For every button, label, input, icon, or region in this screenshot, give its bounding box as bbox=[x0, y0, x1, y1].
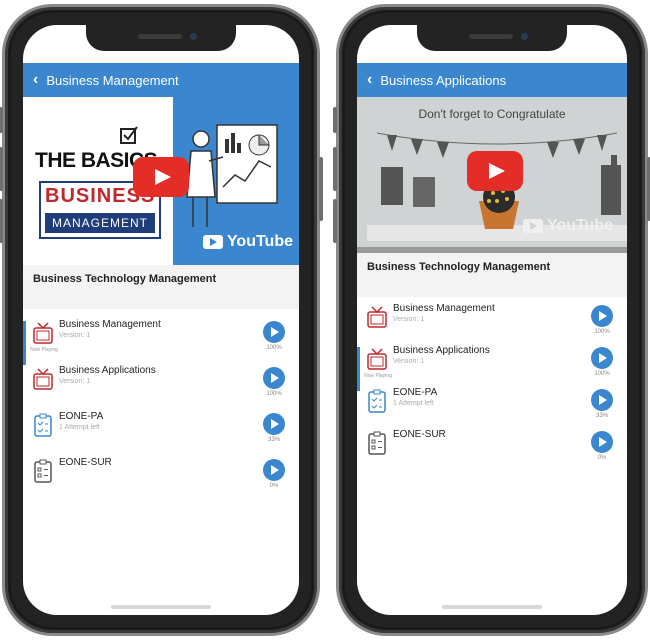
course-title: Business Technology Management bbox=[357, 253, 627, 297]
tv-icon bbox=[367, 306, 387, 328]
play-circle-icon[interactable] bbox=[263, 367, 285, 389]
item-name: EONE-PA bbox=[393, 387, 438, 398]
app-header: ‹ Business Management bbox=[23, 63, 299, 97]
video-player[interactable]: THE BASICS BUSINESS MANAGEMENT YouTube bbox=[23, 97, 299, 265]
notch bbox=[417, 25, 567, 51]
list-item[interactable]: EONE-PA 1 Attempt left 33% bbox=[23, 411, 299, 457]
item-status: Now Playing bbox=[364, 373, 392, 379]
volume-up-button bbox=[333, 147, 337, 191]
item-sub: 1 Attempt left bbox=[393, 400, 434, 407]
item-progress: 0% bbox=[269, 483, 279, 489]
list-item[interactable]: EONE-SUR 0% bbox=[23, 457, 299, 503]
video-thumbnail-right-panel: YouTube bbox=[173, 97, 299, 265]
list-item[interactable]: Now Playing Business Management Version:… bbox=[23, 319, 299, 365]
header-title: Business Applications bbox=[380, 72, 507, 88]
course-title: Business Technology Management bbox=[23, 265, 299, 309]
item-sub: Version: 1 bbox=[393, 316, 425, 323]
volume-down-button bbox=[333, 199, 337, 243]
item-name: Business Management bbox=[59, 319, 161, 330]
video-player[interactable]: Don't forget to Congratulate YouTube bbox=[357, 97, 627, 247]
item-progress: 33% bbox=[595, 413, 608, 419]
youtube-watermark: YouTube bbox=[522, 217, 613, 235]
video-text-management: MANAGEMENT bbox=[45, 213, 155, 233]
youtube-watermark: YouTube bbox=[202, 233, 293, 251]
home-indicator[interactable] bbox=[442, 605, 542, 609]
back-arrow-icon[interactable]: ‹ bbox=[367, 71, 372, 89]
tv-icon bbox=[33, 322, 53, 344]
list-item[interactable]: Now Playing Business Applications Versio… bbox=[357, 345, 627, 391]
tv-icon bbox=[33, 368, 53, 390]
video-caption: Don't forget to Congratulate bbox=[418, 107, 566, 121]
item-sub: 1 Attempt left bbox=[59, 424, 100, 431]
youtube-logo-icon bbox=[202, 235, 223, 249]
quiz-clipboard-icon bbox=[368, 389, 386, 413]
now-playing-indicator bbox=[23, 321, 26, 365]
list-item[interactable]: EONE-PA 1 Attempt left 33% bbox=[357, 387, 627, 433]
list-item[interactable]: EONE-SUR 0% bbox=[357, 429, 627, 475]
item-name: EONE-SUR bbox=[59, 457, 112, 468]
play-circle-icon[interactable] bbox=[263, 459, 285, 481]
checkbox-icon bbox=[120, 126, 138, 144]
volume-up-button bbox=[0, 147, 3, 191]
play-circle-icon[interactable] bbox=[591, 389, 613, 411]
app-header: ‹ Business Applications bbox=[357, 63, 627, 97]
survey-clipboard-icon bbox=[368, 431, 386, 455]
now-playing-indicator bbox=[357, 347, 360, 391]
play-circle-icon[interactable] bbox=[591, 431, 613, 453]
header-title: Business Management bbox=[46, 72, 179, 88]
home-indicator[interactable] bbox=[111, 605, 211, 609]
survey-clipboard-icon bbox=[34, 459, 52, 483]
item-name: Business Management bbox=[393, 303, 495, 314]
play-circle-icon[interactable] bbox=[263, 321, 285, 343]
back-arrow-icon[interactable]: ‹ bbox=[33, 71, 38, 89]
notch bbox=[86, 25, 236, 51]
item-progress: 0% bbox=[597, 455, 607, 461]
item-progress: 100% bbox=[266, 345, 282, 351]
tv-icon bbox=[367, 348, 387, 370]
item-progress: 100% bbox=[594, 329, 610, 335]
item-sub: Version: 1 bbox=[59, 378, 91, 385]
power-button bbox=[319, 157, 323, 221]
list-item[interactable]: Business Applications Version: 1 100% bbox=[23, 365, 299, 411]
item-sub: Version: 1 bbox=[59, 332, 91, 339]
play-button[interactable] bbox=[133, 157, 189, 197]
volume-down-button bbox=[0, 199, 3, 243]
item-name: EONE-SUR bbox=[393, 429, 446, 440]
screen-right: ‹ Business Applications Don't forget to … bbox=[357, 25, 627, 615]
item-progress: 100% bbox=[266, 391, 282, 397]
item-progress: 100% bbox=[594, 371, 610, 377]
item-name: Business Applications bbox=[393, 345, 490, 356]
phone-frame-right: ‹ Business Applications Don't forget to … bbox=[333, 4, 650, 636]
play-button[interactable] bbox=[467, 151, 523, 191]
item-name: Business Applications bbox=[59, 365, 156, 376]
item-status: Now Playing bbox=[30, 347, 58, 353]
item-name: EONE-PA bbox=[59, 411, 104, 422]
quiz-clipboard-icon bbox=[34, 413, 52, 437]
youtube-logo-icon bbox=[522, 219, 543, 233]
play-circle-icon[interactable] bbox=[591, 305, 613, 327]
item-sub: Version: 1 bbox=[393, 358, 425, 365]
screen-left: ‹ Business Management THE BASICS BUSINES… bbox=[23, 25, 299, 615]
mute-switch bbox=[0, 107, 3, 133]
phone-frame-left: ‹ Business Management THE BASICS BUSINES… bbox=[0, 4, 323, 636]
play-circle-icon[interactable] bbox=[263, 413, 285, 435]
presenter-illustration-icon bbox=[186, 124, 278, 227]
play-circle-icon[interactable] bbox=[591, 347, 613, 369]
mute-switch bbox=[333, 107, 337, 133]
list-item[interactable]: Business Management Version: 1 100% bbox=[357, 303, 627, 349]
item-progress: 33% bbox=[267, 437, 280, 443]
